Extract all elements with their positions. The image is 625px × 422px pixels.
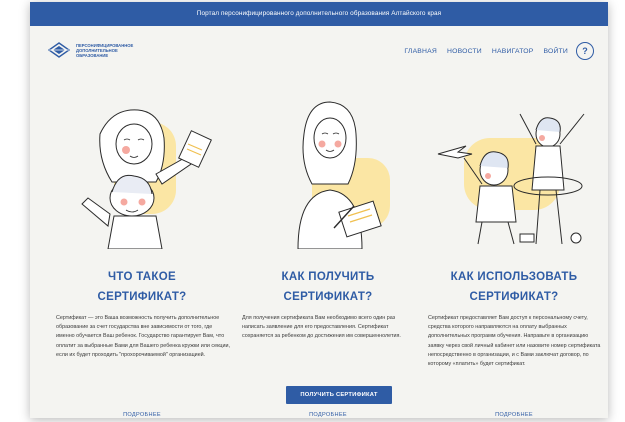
help-button[interactable]: ? [576,42,594,60]
portal-title-bar: Портал персонифицированного дополнительн… [30,2,608,26]
mother-child-illustration [81,109,212,249]
more-link[interactable]: ПОДРОБНЕЕ [238,412,418,418]
nav-login[interactable]: ВОЙТИ [543,48,568,55]
woman-signing-illustration [297,101,390,249]
more-link[interactable]: ПОДРОБНЕЕ [424,412,604,418]
site-header: Персонифицированное дополнительное образ… [30,26,608,76]
column-description: Для получения сертификата Вам необходимо… [242,315,401,340]
more-link[interactable]: ПОДРОБНЕЕ [52,412,232,418]
title-line-2: СЕРТИФИКАТ? [469,291,559,303]
nav-home[interactable]: ГЛАВНАЯ [404,48,437,55]
children-activities-illustration [437,113,585,245]
column-title: ЧТО ТАКОЕ СЕРТИФИКАТ? [52,267,232,307]
site-logo[interactable]: Персонифицированное дополнительное образ… [48,42,146,58]
column-title: КАК ПОЛУЧИТЬ СЕРТИФИКАТ? [238,267,418,307]
column-description: Сертификат — это Ваша возможность получи… [56,315,231,358]
logo-icon [48,42,70,58]
logo-text: Персонифицированное дополнительное образ… [76,42,134,58]
column-description: Сертификат предоставляет Вам доступ к пе… [428,315,601,368]
title-line-2: СЕРТИФИКАТ? [283,291,373,303]
nav-news[interactable]: НОВОСТИ [447,48,482,55]
main-nav: ГЛАВНАЯ НОВОСТИ НАВИГАТОР ВОЙТИ ? [394,42,594,60]
title-line-1: КАК ПОЛУЧИТЬ [281,271,375,283]
portal-title: Портал персонифицированного дополнительн… [196,10,442,17]
get-certificate-button[interactable]: ПОЛУЧИТЬ СЕРТИФИКАТ [286,386,392,404]
page-window: Портал персонифицированного дополнительн… [30,2,608,418]
title-line-1: КАК ИСПОЛЬЗОВАТЬ [450,271,578,283]
column-title: КАК ИСПОЛЬЗОВАТЬ СЕРТИФИКАТ? [424,267,604,307]
nav-navigator[interactable]: НАВИГАТОР [492,48,534,55]
title-line-2: СЕРТИФИКАТ? [97,291,187,303]
title-line-1: ЧТО ТАКОЕ [108,271,176,283]
